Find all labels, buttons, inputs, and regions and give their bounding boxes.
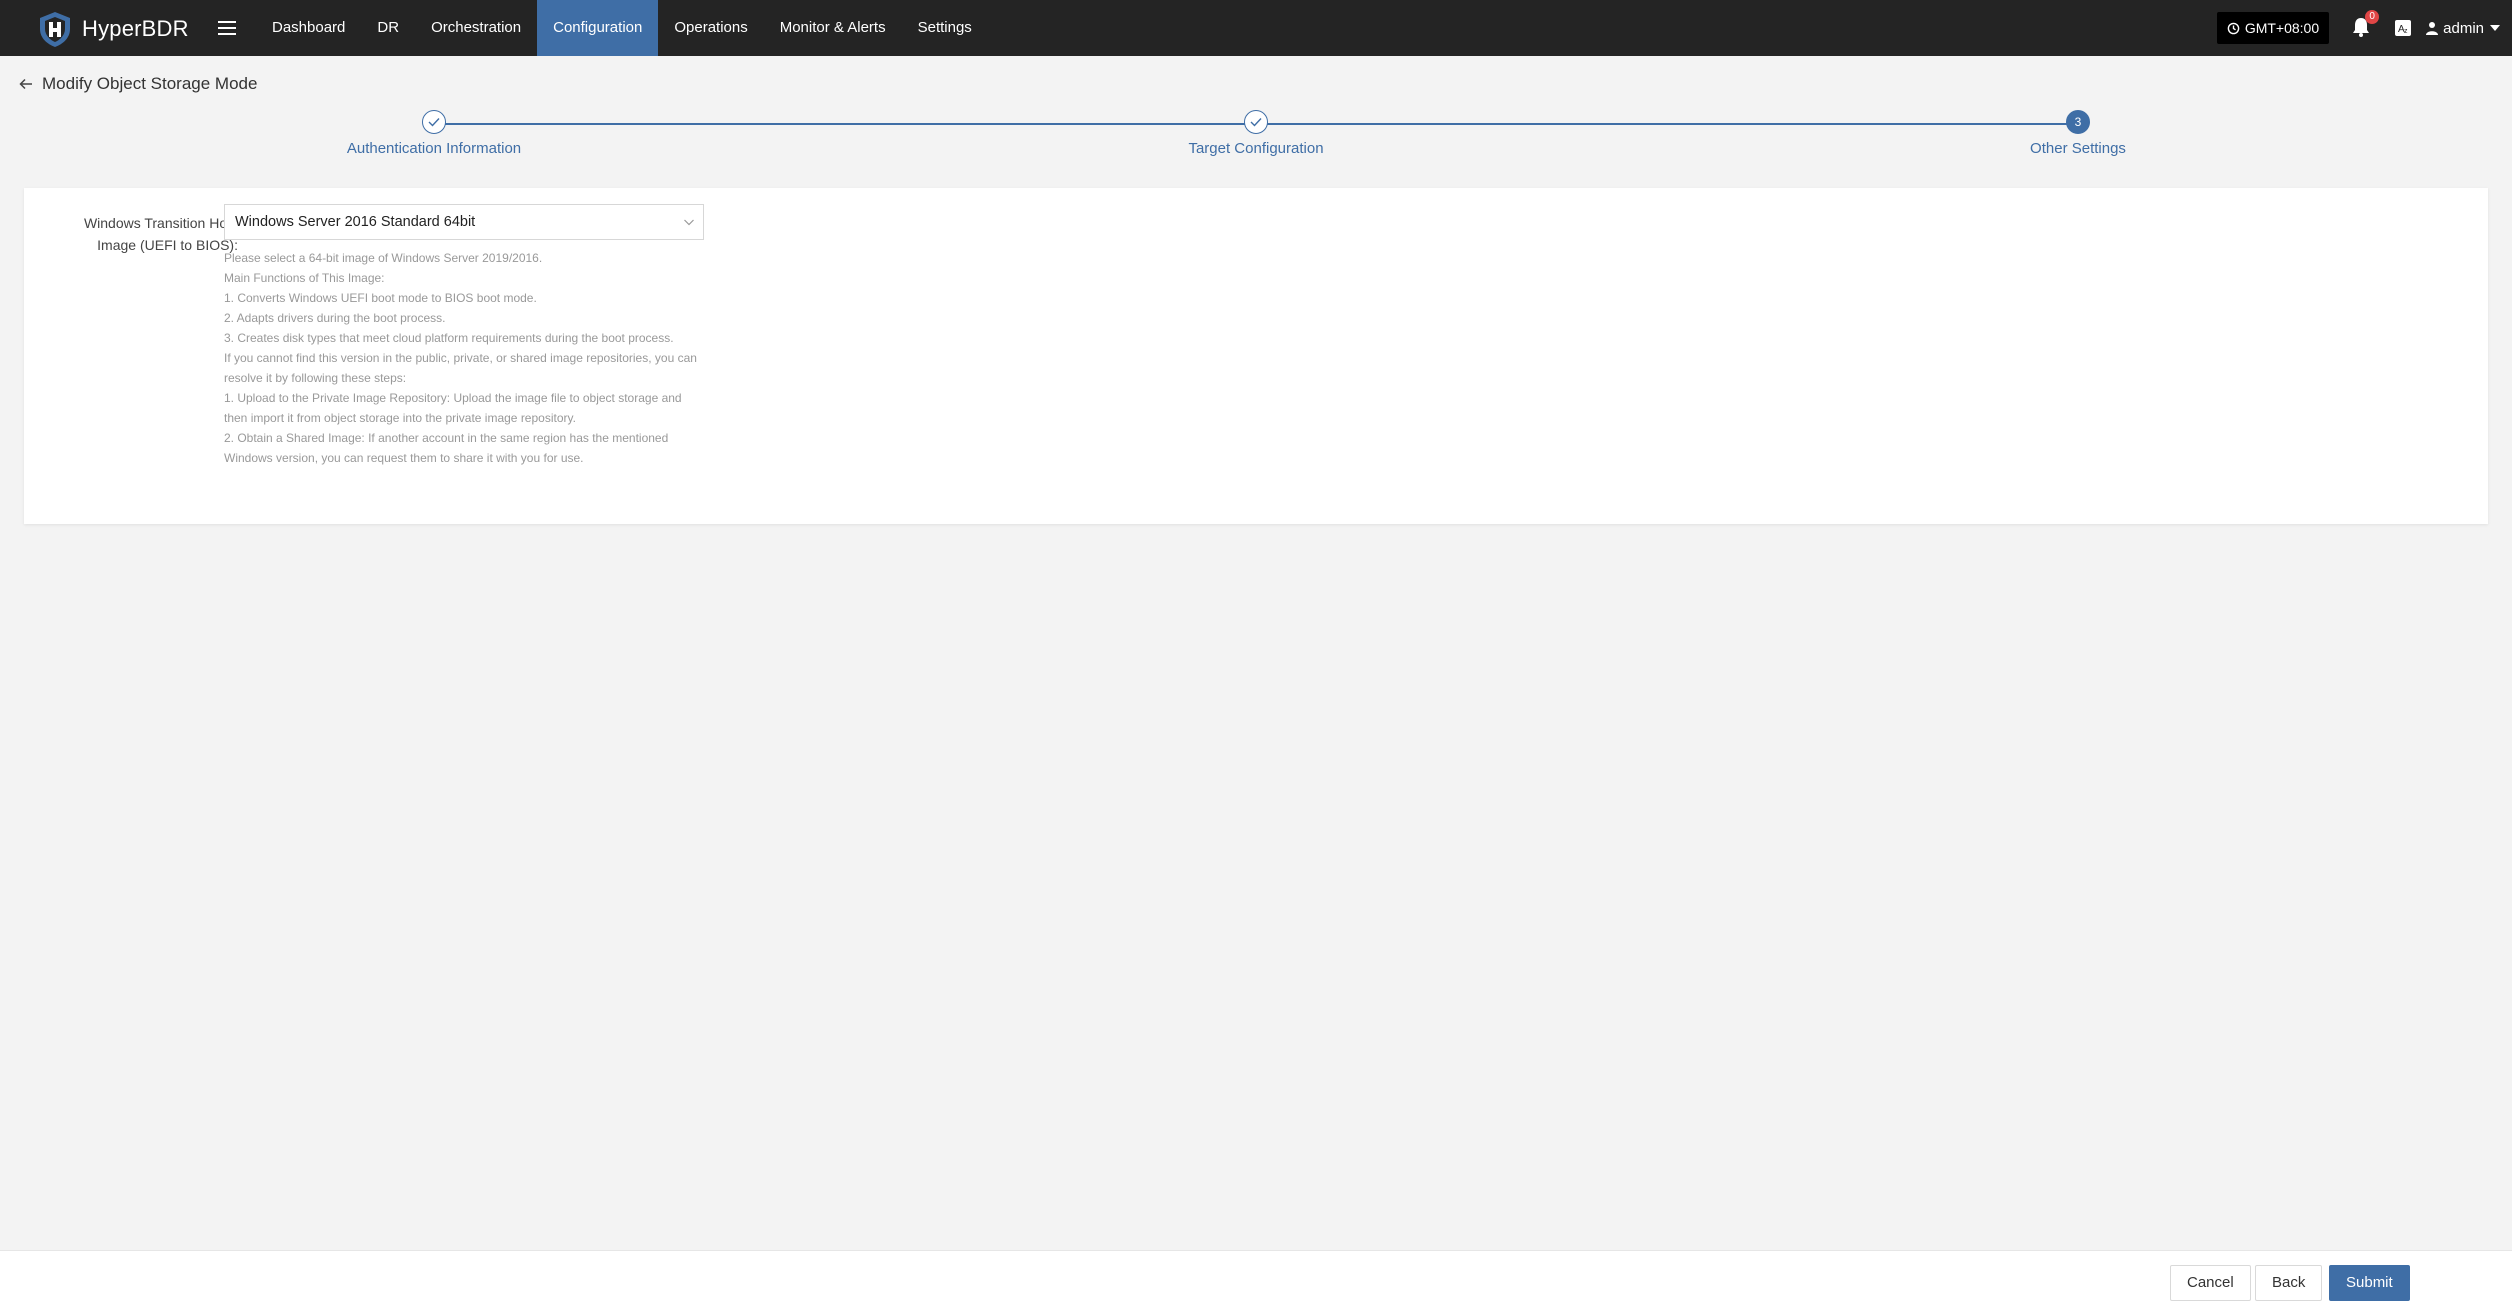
nav-operations[interactable]: Operations (658, 0, 763, 56)
svg-text:z: z (2404, 28, 2408, 35)
check-icon (422, 110, 446, 134)
chevron-down-icon (2490, 25, 2500, 31)
step-other-settings: 3 Other Settings (1928, 110, 2228, 157)
nav-configuration[interactable]: Configuration (537, 0, 659, 56)
clock-icon (2227, 22, 2240, 34)
step-label: Authentication Information (346, 140, 522, 157)
back-button[interactable]: Back (2255, 1265, 2323, 1301)
footer-bar: Cancel Back Submit (0, 1250, 2512, 1314)
user-icon (2426, 22, 2439, 35)
form-card: Windows Transition Host Image (UEFI to B… (24, 188, 2488, 524)
notifications-button[interactable]: 0 (2351, 10, 2380, 40)
page-header: Modify Object Storage Mode (18, 72, 257, 96)
step-target-configuration: Target Configuration (1106, 110, 1406, 157)
top-navbar: HyperBDR Dashboard DR Orchestration Conf… (0, 0, 2512, 56)
chevron-down-icon (684, 219, 694, 226)
step-authentication: Authentication Information (284, 110, 584, 157)
nav-orchestration[interactable]: Orchestration (415, 0, 537, 56)
transition-image-label: Windows Transition Host Image (UEFI to B… (83, 215, 238, 253)
nav-dr[interactable]: DR (361, 0, 415, 56)
username: admin (2443, 19, 2484, 37)
user-menu[interactable]: admin (2425, 20, 2500, 37)
app-name: HyperBDR (82, 16, 189, 41)
cancel-button[interactable]: Cancel (2170, 1265, 2251, 1301)
timezone-label: GMT+08:00 (2244, 20, 2320, 36)
main-menu: Dashboard DR Orchestration Configuration… (256, 0, 988, 56)
check-icon (1244, 110, 1268, 134)
nav-monitor-alerts[interactable]: Monitor & Alerts (764, 0, 902, 56)
timezone-badge[interactable]: GMT+08:00 (2216, 12, 2330, 44)
nav-dashboard[interactable]: Dashboard (256, 0, 361, 56)
page-title: Modify Object Storage Mode (42, 74, 258, 93)
wizard-steps: Authentication Information Target Config… (0, 110, 2512, 170)
app-logo[interactable]: HyperBDR (36, 10, 189, 48)
step-number: 3 (2066, 110, 2090, 134)
transition-image-select[interactable]: Windows Server 2016 Standard 64bit (224, 204, 704, 240)
notification-count-badge: 0 (2365, 10, 2380, 24)
submit-button[interactable]: Submit (2329, 1265, 2410, 1301)
select-value: Windows Server 2016 Standard 64bit (235, 214, 476, 230)
nav-settings[interactable]: Settings (902, 0, 988, 56)
help-text: Please select a 64-bit image of Windows … (224, 251, 697, 465)
shield-logo-icon (40, 12, 70, 47)
back-arrow-icon[interactable] (18, 76, 34, 92)
language-icon[interactable]: A z (2393, 18, 2413, 38)
step-label: Target Configuration (1188, 140, 1324, 157)
step-label: Other Settings (2030, 140, 2126, 157)
menu-toggle-icon[interactable] (218, 17, 238, 37)
